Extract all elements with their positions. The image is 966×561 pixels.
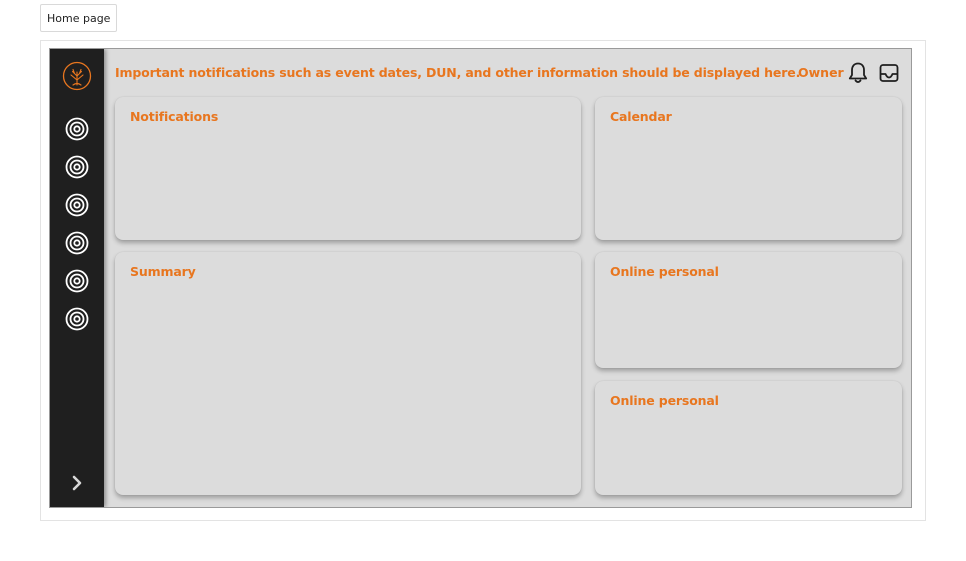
inbox-icon[interactable] — [878, 61, 900, 85]
online-personal-card-2: Online personal — [595, 381, 902, 495]
sidebar-item-1[interactable] — [65, 117, 89, 141]
user-role-label[interactable]: Owner — [798, 65, 844, 80]
dashboard-app: Important notifications such as event da… — [49, 48, 912, 508]
notifications-card: Notifications — [115, 97, 581, 240]
calendar-card: Calendar — [595, 97, 902, 240]
summary-card-title: Summary — [130, 264, 196, 279]
notice-banner: Important notifications such as event da… — [115, 65, 801, 80]
calendar-card-title: Calendar — [610, 109, 672, 124]
sidebar-item-6[interactable] — [65, 307, 89, 331]
target-icon — [65, 117, 89, 141]
sidebar-item-2[interactable] — [65, 155, 89, 179]
sidebar-item-3[interactable] — [65, 193, 89, 217]
sidebar-expand-button[interactable] — [67, 475, 87, 495]
home-page-tab[interactable]: Home page — [40, 4, 118, 32]
online-personal-card-2-title: Online personal — [610, 393, 719, 408]
target-icon — [65, 307, 89, 331]
online-personal-card-1: Online personal — [595, 252, 902, 368]
sidebar-item-5[interactable] — [65, 269, 89, 293]
chevron-right-icon — [70, 475, 84, 495]
bell-icon[interactable] — [847, 61, 869, 85]
sidebar-item-4[interactable] — [65, 231, 89, 255]
summary-card: Summary — [115, 252, 581, 495]
notifications-card-title: Notifications — [130, 109, 219, 124]
target-icon — [65, 269, 89, 293]
target-icon — [65, 155, 89, 179]
online-personal-card-1-title: Online personal — [610, 264, 719, 279]
sidebar — [50, 49, 104, 507]
home-page-tab-label: Home page — [47, 11, 111, 25]
target-icon — [65, 231, 89, 255]
target-icon — [65, 193, 89, 217]
tree-logo-icon[interactable] — [62, 61, 92, 91]
